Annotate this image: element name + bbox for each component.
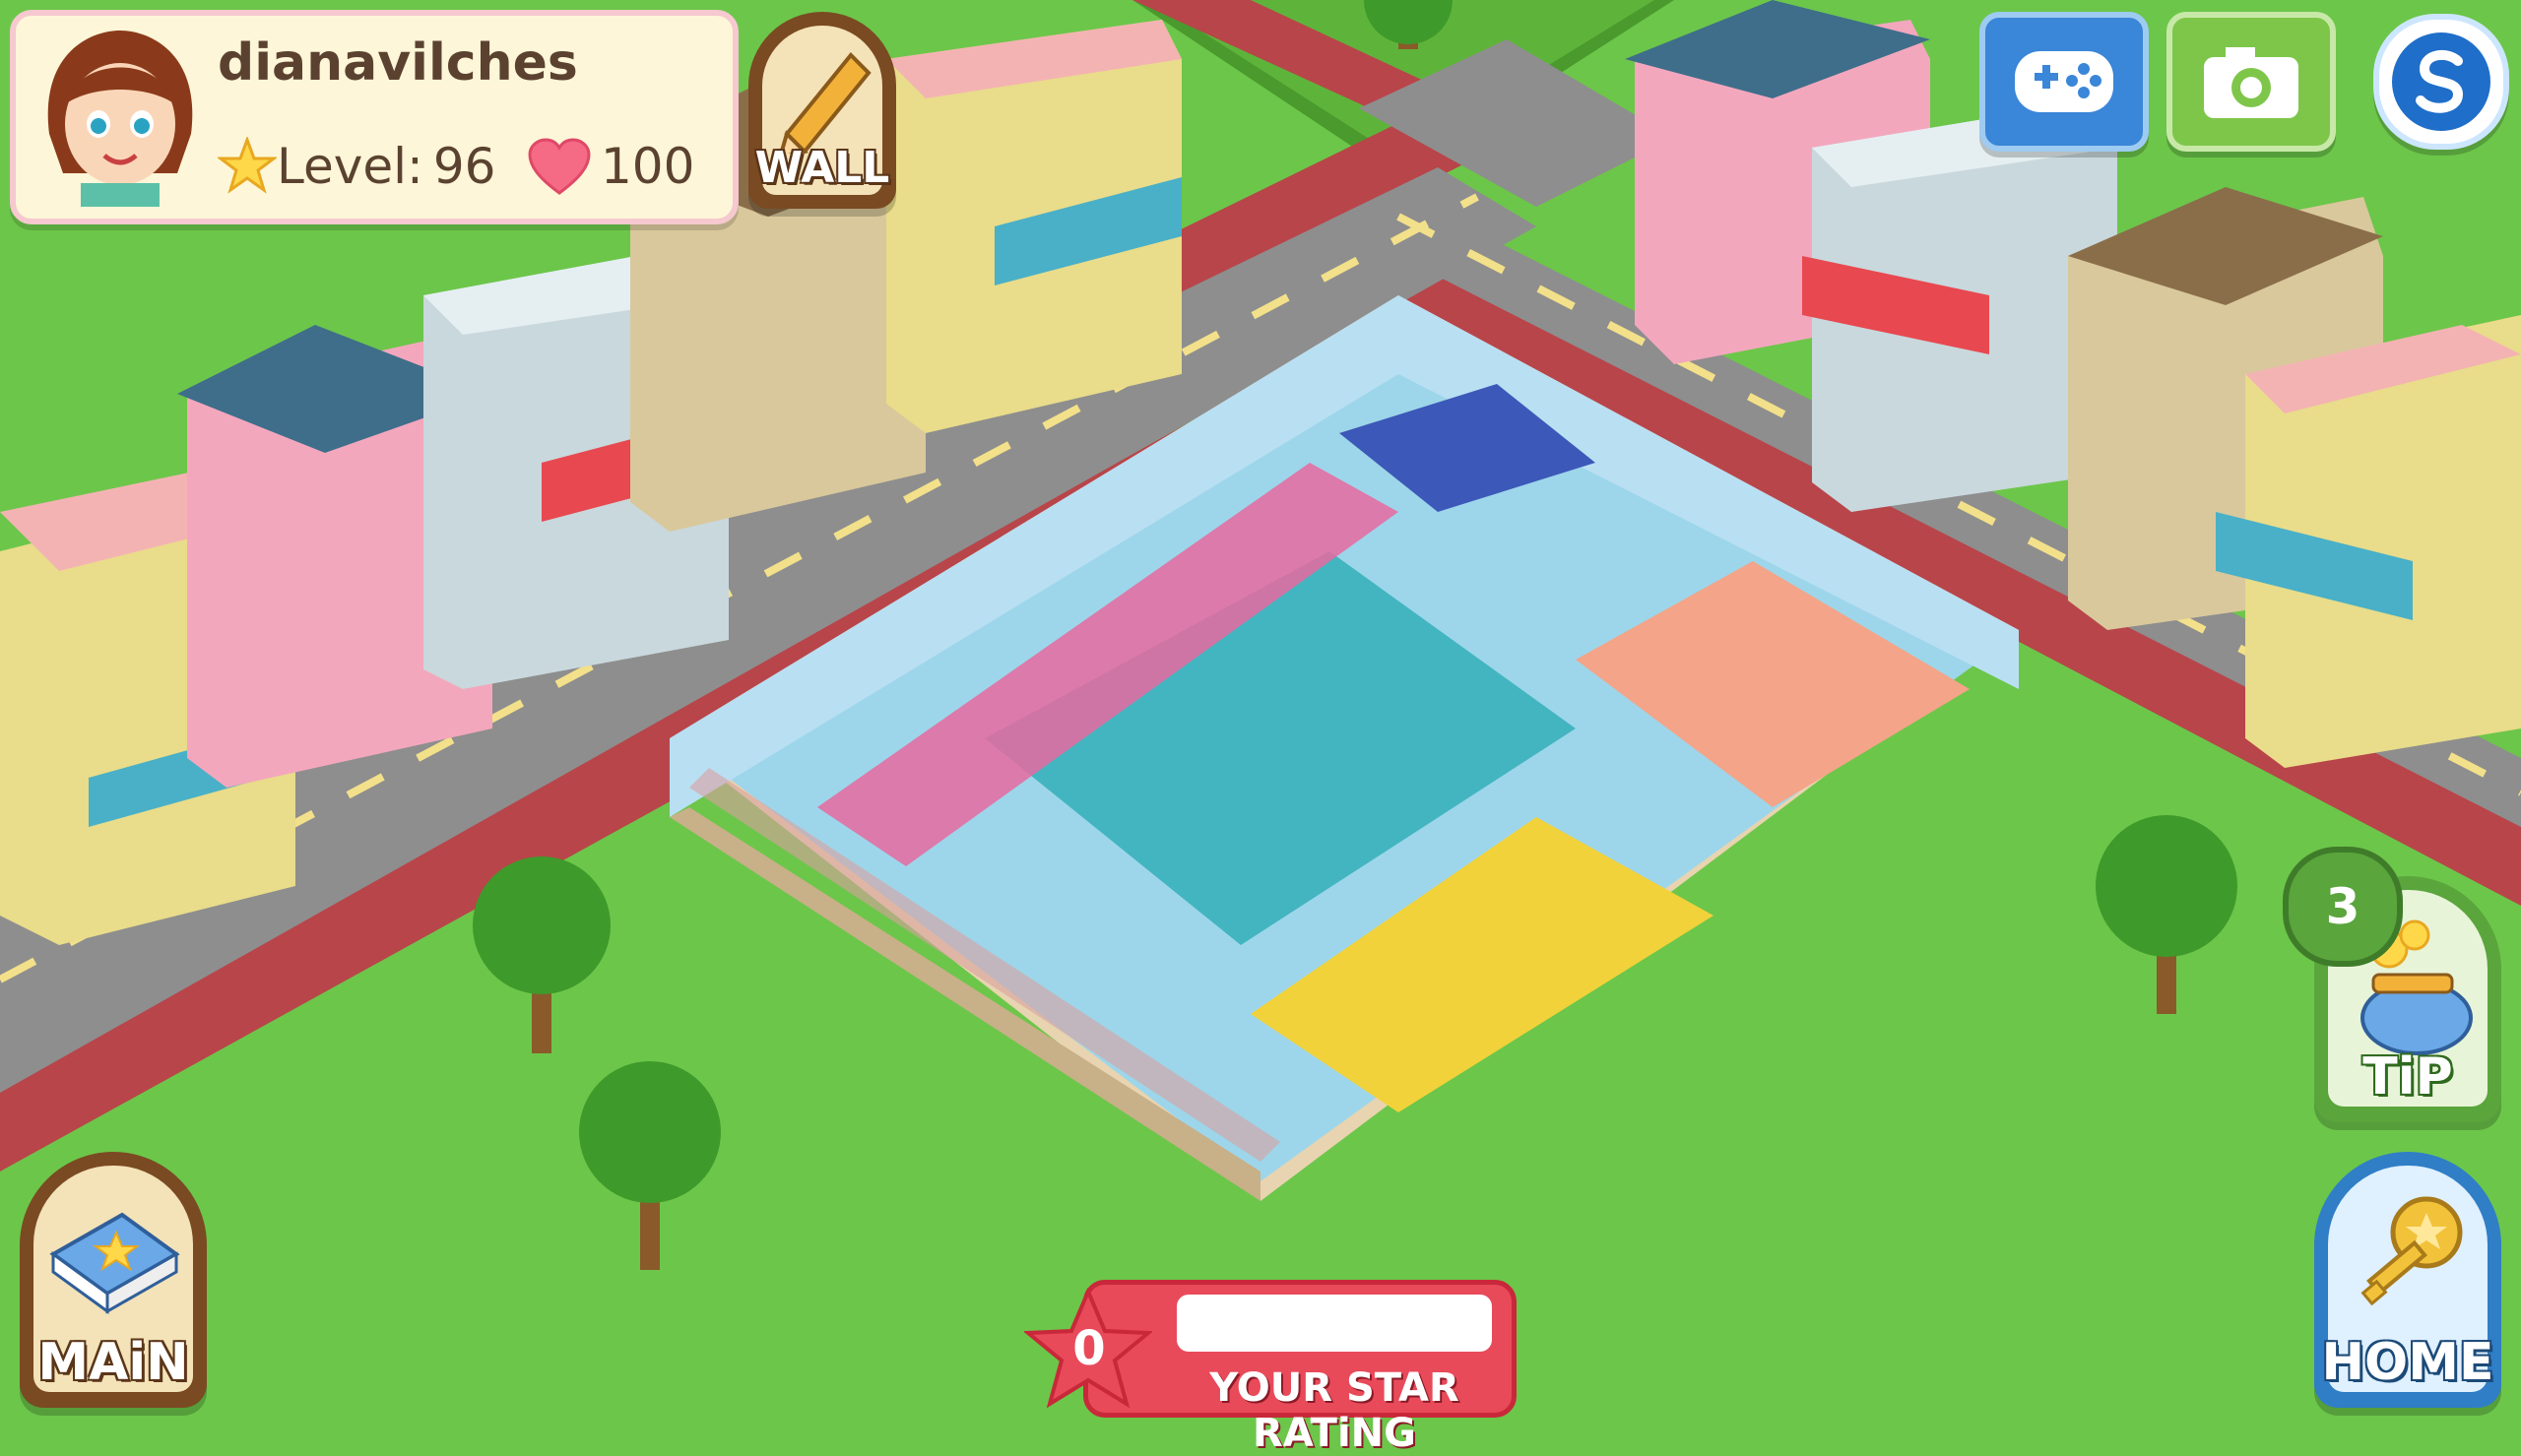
level-label: Level: [277,138,423,195]
star-rating-panel[interactable]: YOUR STAR RATiNG 0 [1024,1270,1517,1456]
tip-count-badge: 3 [2283,847,2403,967]
camera-button[interactable] [2166,12,2336,152]
main-button[interactable]: MAiN [20,1152,207,1408]
star-rating-label: YOUR STAR RATiNG [1209,1365,1459,1456]
player-avatar [30,26,211,207]
heart-icon [528,138,591,195]
player-username: dianavilches [218,33,578,93]
star-rating-track [1177,1295,1492,1352]
game-controller-button[interactable] [1979,12,2149,152]
pencil-icon [779,52,872,154]
wall-button-label: WALL [754,143,890,193]
level-value: 96 [432,138,496,195]
main-button-label: MAiN [37,1333,189,1392]
recipe-book-icon [49,1212,180,1314]
social-button[interactable] [2373,14,2509,150]
key-icon [2360,1196,2463,1306]
game-controller-icon [2015,51,2113,112]
star-rating-value: 0 [1072,1321,1106,1376]
player-profile-card[interactable]: dianavilches Level: 96 100 [10,10,739,224]
level-display: Level: 96 [218,132,495,201]
tip-button-label: TiP [2362,1047,2453,1107]
camera-icon [2204,47,2298,118]
hearts-display: 100 [528,132,694,201]
home-button[interactable]: HOME [2314,1152,2501,1408]
hearts-value: 100 [601,138,695,195]
home-button-label: HOME [2321,1333,2494,1392]
social-s-icon [2392,32,2490,131]
wall-button[interactable]: WALL [748,12,896,209]
star-icon [218,137,277,194]
